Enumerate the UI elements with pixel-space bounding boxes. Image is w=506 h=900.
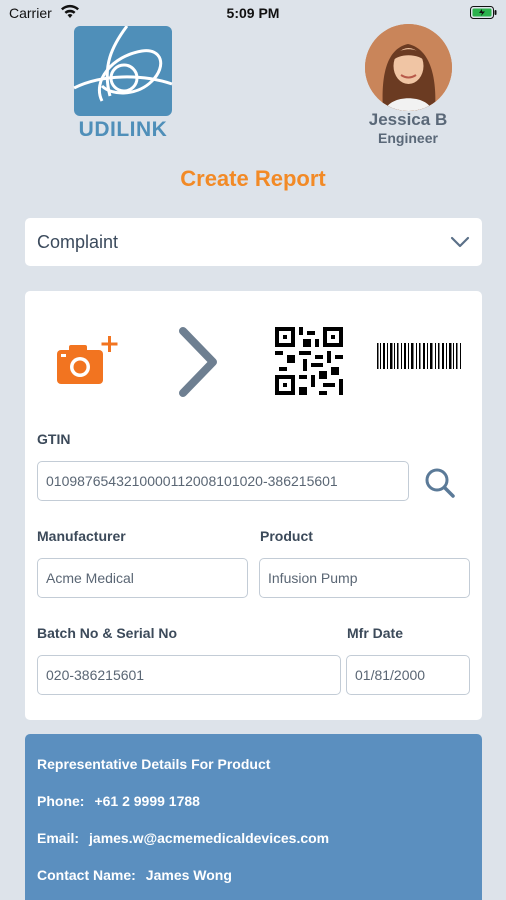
user-role: Engineer (378, 130, 438, 146)
product-field[interactable]: Infusion Pump (259, 558, 470, 598)
phone-value[interactable]: +61 2 9999 1788 (94, 793, 200, 809)
batch-serial-label: Batch No & Serial No (37, 625, 178, 641)
qr-code-icon[interactable] (275, 327, 343, 400)
contact-label: Contact Name: (37, 867, 136, 883)
contact-row: Contact Name: James Wong (37, 867, 232, 883)
chevron-right-icon (177, 327, 219, 402)
status-bar: Carrier 5:09 PM (0, 0, 506, 28)
email-value[interactable]: james.w@acmemedicaldevices.com (89, 830, 329, 846)
contact-value: James Wong (145, 867, 232, 883)
phone-label: Phone: (37, 793, 85, 809)
batch-serial-field[interactable]: 020-386215601 (37, 655, 341, 695)
report-type-dropdown[interactable]: Complaint (25, 218, 482, 266)
avatar[interactable] (365, 24, 452, 111)
camera-add-icon[interactable] (55, 336, 119, 393)
manufacturer-field[interactable]: Acme Medical (37, 558, 248, 598)
user-name: Jessica B (368, 110, 448, 129)
email-row: Email: james.w@acmemedicaldevices.com (37, 830, 329, 846)
page-title: Create Report (180, 166, 326, 191)
clock: 5:09 PM (226, 5, 280, 21)
mfr-date-field[interactable]: 01/81/2000 (346, 655, 470, 695)
manufacturer-label: Manufacturer (37, 528, 126, 544)
chevron-down-icon (450, 235, 470, 253)
representative-panel: Representative Details For Product Phone… (25, 734, 482, 900)
search-icon[interactable] (423, 466, 457, 505)
mfr-date-label: Mfr Date (347, 625, 404, 641)
gtin-field[interactable]: 0109876543210000112008101020-386215601 (37, 461, 409, 501)
representative-heading: Representative Details For Product (37, 756, 271, 772)
barcode-icon[interactable] (375, 343, 467, 382)
product-label: Product (260, 528, 313, 544)
battery-icon (470, 6, 498, 22)
logo-text: UDILINK (78, 118, 168, 141)
phone-row: Phone: +61 2 9999 1788 (37, 793, 200, 809)
report-type-value: Complaint (37, 232, 119, 252)
scan-form-card: GTIN 0109876543210000112008101020-386215… (25, 291, 482, 720)
email-label: Email: (37, 830, 80, 846)
gtin-label: GTIN (37, 431, 71, 447)
